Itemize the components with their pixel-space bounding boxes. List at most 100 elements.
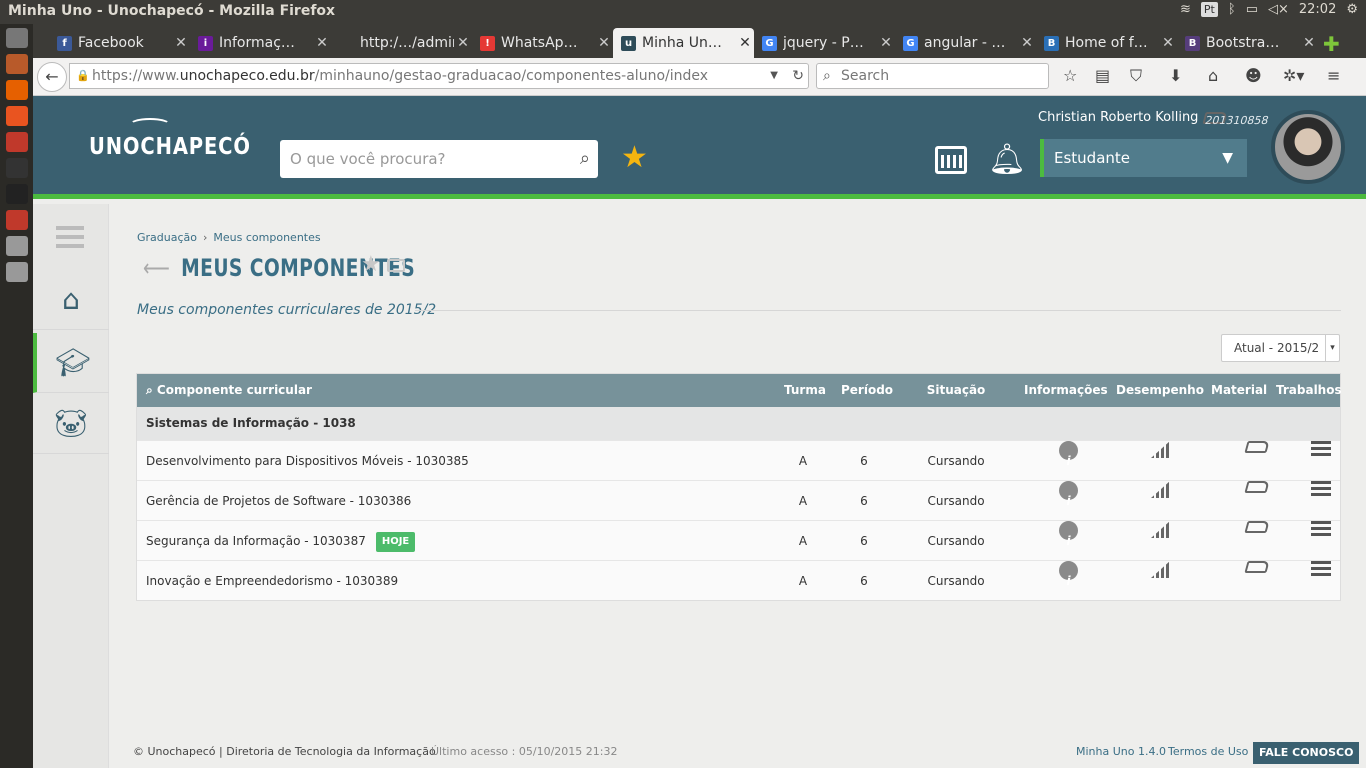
sidebar-item-home[interactable]: ⌂: [33, 270, 109, 330]
drive-icon[interactable]: [5, 262, 28, 282]
period-select[interactable]: Atual - 2015/2 ▾: [1221, 334, 1340, 362]
close-tab-icon[interactable]: ✕: [1300, 35, 1318, 51]
reading-list-icon[interactable]: ▤: [1095, 66, 1110, 85]
menu-icon[interactable]: ≡: [1327, 66, 1340, 85]
assignments-list-icon[interactable]: [1311, 481, 1331, 496]
assignments-list-icon[interactable]: [1311, 561, 1331, 576]
close-tab-icon[interactable]: ✕: [1018, 35, 1036, 51]
footer-copyright: © Unochapecó | Diretoria de Tecnologia d…: [133, 745, 436, 758]
close-tab-icon[interactable]: ✕: [877, 35, 895, 51]
lock-icon[interactable]: 🔒: [76, 64, 90, 88]
performance-chart-icon[interactable]: [1151, 441, 1170, 458]
material-icon[interactable]: [1244, 481, 1270, 493]
footer-terms-link[interactable]: Termos de Uso: [1168, 736, 1248, 768]
browser-search-input[interactable]: ⌕ Search: [816, 63, 1049, 89]
periodo-cell: 6: [860, 534, 868, 548]
breadcrumb-current[interactable]: Meus componentes: [213, 231, 320, 244]
drive-icon[interactable]: [5, 236, 28, 256]
url-bar[interactable]: 🔒 https://www.unochapeco.edu.br/minhauno…: [69, 63, 809, 89]
close-tab-icon[interactable]: ✕: [736, 35, 754, 51]
breadcrumb-root[interactable]: Graduação: [137, 231, 197, 244]
site-search-input[interactable]: O que você procura? ⌕: [280, 140, 598, 178]
component-name-cell: Segurança da Informação - 1030387 HOJE: [146, 521, 416, 561]
performance-chart-icon[interactable]: [1151, 481, 1170, 498]
firefox-icon[interactable]: [5, 80, 28, 100]
browser-tab[interactable]: http:/…/admin ✕: [331, 28, 472, 58]
component-name[interactable]: Segurança da Informação - 1030387: [146, 534, 366, 548]
avatar[interactable]: [1271, 110, 1345, 184]
dash-icon[interactable]: [5, 28, 28, 48]
close-tab-icon[interactable]: ✕: [313, 35, 331, 51]
sidebar-item-graduation[interactable]: 🎓︎: [33, 333, 109, 393]
favorites-star-icon[interactable]: ★: [621, 140, 648, 175]
terminal-icon[interactable]: [5, 184, 28, 204]
close-tab-icon[interactable]: ✕: [172, 35, 190, 51]
tab-label: WhatsAp…: [501, 35, 578, 51]
calendar-icon[interactable]: [935, 146, 967, 174]
home-icon[interactable]: ⌂: [1208, 66, 1218, 85]
info-icon[interactable]: i: [1059, 521, 1078, 548]
wifi-icon[interactable]: ≋: [1180, 2, 1191, 17]
assignments-list-icon[interactable]: [1311, 441, 1331, 456]
info-icon[interactable]: i: [1059, 481, 1078, 508]
back-arrow-icon[interactable]: ⟵: [143, 254, 170, 282]
volume-icon[interactable]: ◁×: [1268, 2, 1289, 17]
close-tab-icon[interactable]: ✕: [454, 35, 472, 51]
bluetooth-icon[interactable]: ᛒ: [1228, 2, 1236, 17]
pocket-icon[interactable]: ⛉: [1130, 66, 1142, 86]
bookmark-star-icon[interactable]: ☆: [1063, 66, 1077, 85]
downloads-icon[interactable]: ⬇: [1169, 66, 1182, 85]
material-icon[interactable]: [1244, 561, 1270, 573]
close-tab-icon[interactable]: ✕: [595, 35, 613, 51]
performance-chart-icon[interactable]: [1151, 521, 1170, 538]
youtube-icon[interactable]: [5, 158, 28, 178]
hamburger-menu-icon[interactable]: [56, 226, 84, 248]
tab-label: Home of f…: [1065, 35, 1148, 51]
favorite-page-star-icon[interactable]: ★: [361, 252, 381, 277]
history-dropdown-icon[interactable]: ▼: [770, 64, 778, 88]
close-tab-icon[interactable]: ✕: [1159, 35, 1177, 51]
material-icon[interactable]: [1244, 521, 1270, 533]
favicon-icon: f: [57, 35, 72, 51]
component-name[interactable]: Gerência de Projetos de Software - 10303…: [146, 494, 411, 508]
info-icon[interactable]: i: [1059, 441, 1078, 468]
notifications-bell-icon[interactable]: 🔔︎: [988, 142, 1026, 177]
reload-icon[interactable]: ↻: [792, 64, 804, 88]
component-name[interactable]: Inovação e Empreendedorismo - 1030389: [146, 574, 398, 588]
comment-icon[interactable]: [387, 259, 405, 272]
browser-tab[interactable]: Gangular - … ✕: [895, 28, 1036, 58]
info-icon[interactable]: i: [1059, 561, 1078, 588]
column-header-component[interactable]: ⌕ Componente curricular: [146, 374, 312, 407]
hello-icon[interactable]: ☻: [1245, 66, 1262, 85]
sidebar-item-finance[interactable]: 🐷︎: [33, 394, 109, 454]
favicon-icon: B: [1185, 35, 1200, 51]
filezilla-icon[interactable]: [5, 210, 28, 230]
material-icon[interactable]: [1244, 441, 1270, 453]
software-center-icon[interactable]: [5, 106, 28, 126]
performance-chart-icon[interactable]: [1151, 561, 1170, 578]
search-icon[interactable]: ⌕: [580, 140, 590, 178]
chevron-right-icon: ›: [203, 231, 208, 244]
keyboard-layout[interactable]: Pt: [1200, 2, 1218, 17]
role-select[interactable]: Estudante ▼: [1040, 139, 1247, 177]
new-tab-button[interactable]: ✚: [1323, 32, 1340, 56]
back-button[interactable]: ←: [37, 62, 67, 92]
browser-tab[interactable]: B Home of f… ✕: [1036, 28, 1177, 58]
assignments-list-icon[interactable]: [1311, 521, 1331, 536]
browser-tab[interactable]: f Facebook ✕: [49, 28, 190, 58]
browser-tab[interactable]: Gjquery - P… ✕: [754, 28, 895, 58]
favicon-icon: !: [480, 35, 495, 51]
browser-tab[interactable]: ! WhatsAp… ✕: [472, 28, 613, 58]
footer-version[interactable]: Minha Uno 1.4.0: [1076, 736, 1166, 768]
extension-icon[interactable]: ✲▾: [1283, 66, 1304, 85]
browser-tab[interactable]: i Informaç… ✕: [190, 28, 331, 58]
power-icon[interactable]: ⚙: [1346, 2, 1358, 17]
clock[interactable]: 22:02: [1299, 2, 1336, 17]
component-name[interactable]: Desenvolvimento para Dispositivos Móveis…: [146, 454, 469, 468]
files-icon[interactable]: [5, 54, 28, 74]
browser-tab[interactable]: B Bootstra… ✕: [1177, 28, 1318, 58]
browser-tab[interactable]: u Minha Un… ✕: [613, 28, 754, 58]
compass-icon[interactable]: [5, 132, 28, 152]
battery-icon[interactable]: ▭: [1246, 2, 1258, 17]
contact-button[interactable]: FALE CONOSCO: [1253, 742, 1360, 764]
